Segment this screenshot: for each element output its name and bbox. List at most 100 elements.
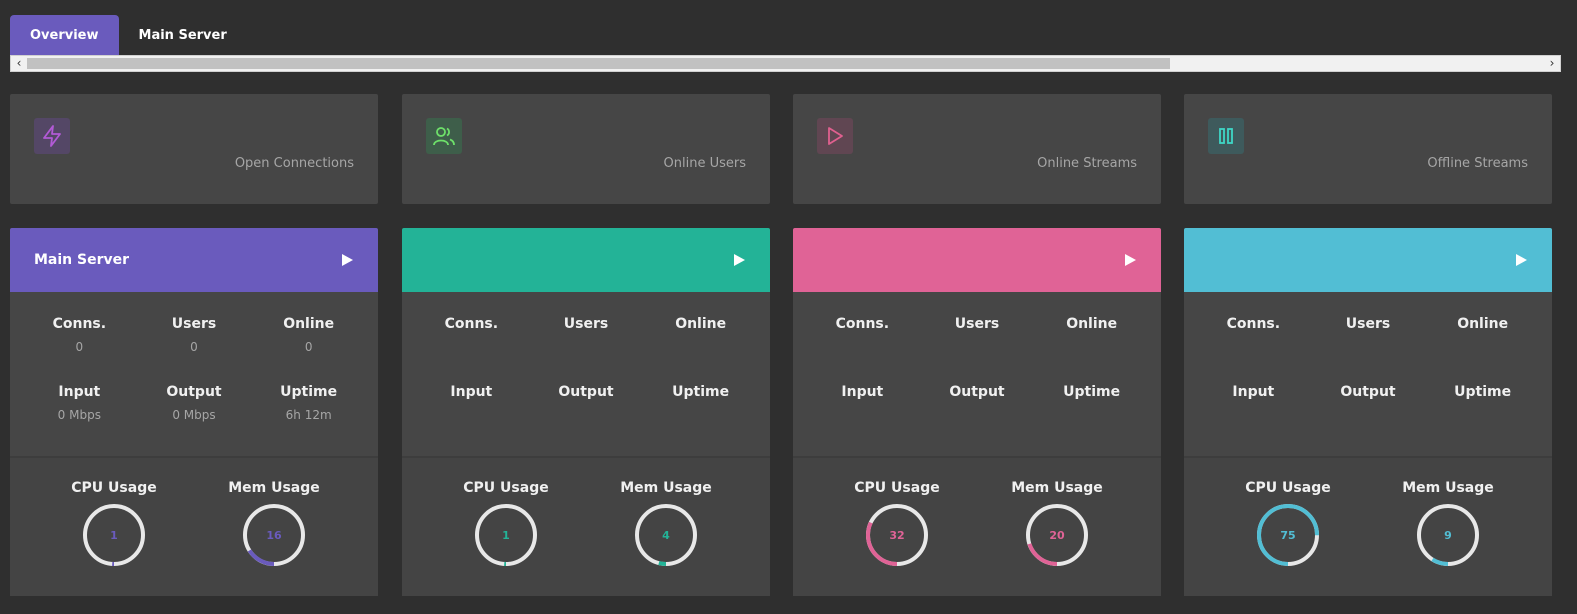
play-icon	[817, 118, 853, 154]
stat-card-online-users: Online Users	[402, 94, 770, 204]
server-header	[1184, 228, 1552, 292]
output-label: Output	[558, 384, 614, 400]
stat-label: Online Streams	[1037, 156, 1137, 171]
conns-value	[805, 340, 920, 354]
server-title: Main Server	[34, 252, 130, 268]
mem-usage-ring: 4	[633, 502, 699, 568]
mem-usage-label: Mem Usage	[1011, 480, 1103, 496]
stat-card-offline-streams: Offline Streams	[1184, 94, 1552, 204]
output-value	[920, 408, 1035, 422]
cpu-usage-value: 1	[502, 528, 510, 542]
online-value: 0	[304, 340, 313, 354]
cpu-gauge: CPU Usage 1	[54, 480, 174, 596]
mem-usage-label: Mem Usage	[1402, 480, 1494, 496]
stat-label: Open Connections	[234, 156, 354, 171]
uptime-label: Uptime	[280, 384, 338, 400]
uptime-value	[643, 408, 758, 422]
uptime-value	[1425, 408, 1540, 422]
users-value	[529, 340, 644, 354]
output-value	[529, 408, 644, 422]
input-label: Input	[450, 384, 493, 400]
cpu-usage-label: CPU Usage	[1245, 480, 1331, 496]
users-label: Users	[171, 316, 217, 332]
server-card: Conns. Users Online Input Output Uptime …	[793, 228, 1161, 596]
conns-label: Conns.	[444, 316, 499, 332]
input-label: Input	[58, 384, 101, 400]
server-stats: Conns. Users Online Input Output Uptime	[793, 292, 1161, 456]
users-label: Users	[954, 316, 1000, 332]
cpu-usage-label: CPU Usage	[71, 480, 157, 496]
cpu-usage-label: CPU Usage	[463, 480, 549, 496]
server-gauges: CPU Usage 32 Mem Usage 20	[793, 456, 1161, 596]
users-value	[1311, 340, 1426, 354]
server-gauges: CPU Usage 1 Mem Usage 4	[402, 456, 770, 596]
lightning-icon	[34, 118, 70, 154]
cpu-usage-ring: 1	[473, 502, 539, 568]
server-header	[402, 228, 770, 292]
online-value	[1425, 340, 1540, 354]
stat-card-open-connections: Open Connections	[10, 94, 378, 204]
scroll-right-arrow-icon[interactable]: ›	[1544, 56, 1560, 71]
online-label: Online	[675, 316, 727, 332]
mem-usage-ring: 16	[241, 502, 307, 568]
scrollbar-thumb[interactable]	[27, 58, 1170, 69]
server-stats: Conns. Users Online Input Output Uptime	[1184, 292, 1552, 456]
uptime-label: Uptime	[1454, 384, 1512, 400]
cpu-usage-value: 75	[1280, 528, 1296, 542]
output-label: Output	[949, 384, 1005, 400]
cpu-usage-value: 1	[110, 528, 118, 542]
online-value	[643, 340, 758, 354]
play-icon[interactable]	[1514, 253, 1528, 267]
uptime-label: Uptime	[1063, 384, 1121, 400]
conns-label: Conns.	[1226, 316, 1281, 332]
mem-usage-value: 9	[1444, 528, 1452, 542]
cpu-gauge: CPU Usage 1	[446, 480, 566, 596]
conns-value: 0	[75, 340, 84, 354]
mem-usage-label: Mem Usage	[228, 480, 320, 496]
horizontal-scrollbar[interactable]: ‹ ›	[10, 55, 1561, 72]
play-icon[interactable]	[340, 253, 354, 267]
mem-gauge: Mem Usage 16	[214, 480, 334, 596]
cpu-gauge: CPU Usage 32	[837, 480, 957, 596]
play-icon[interactable]	[1123, 253, 1137, 267]
input-value	[1196, 408, 1311, 422]
pause-icon	[1208, 118, 1244, 154]
output-label: Output	[1340, 384, 1396, 400]
output-value: 0 Mbps	[172, 408, 216, 422]
server-header	[793, 228, 1161, 292]
mem-usage-ring: 20	[1024, 502, 1090, 568]
tab-main-server[interactable]: Main Server	[119, 15, 247, 55]
server-card: Main Server Conns. 0 Users 0 Online 0 Input…	[10, 228, 378, 596]
scroll-left-arrow-icon[interactable]: ‹	[11, 56, 27, 71]
conns-value	[414, 340, 529, 354]
cpu-usage-value: 32	[889, 528, 905, 542]
cpu-usage-label: CPU Usage	[854, 480, 940, 496]
server-card: Conns. Users Online Input Output Uptime …	[402, 228, 770, 596]
output-value	[1311, 408, 1426, 422]
server-gauges: CPU Usage 75 Mem Usage 9	[1184, 456, 1552, 596]
users-value	[920, 340, 1035, 354]
input-value	[805, 408, 920, 422]
input-value: 0 Mbps	[57, 408, 101, 422]
tab-bar: Overview Main Server	[10, 15, 247, 55]
conns-value	[1196, 340, 1311, 354]
tab-overview[interactable]: Overview	[10, 15, 119, 55]
play-icon[interactable]	[732, 253, 746, 267]
input-value	[414, 408, 529, 422]
conns-label: Conns.	[52, 316, 107, 332]
server-stats: Conns. Users Online Input Output Uptime	[402, 292, 770, 456]
stat-label: Online Users	[663, 156, 746, 171]
mem-usage-value: 16	[266, 528, 282, 542]
online-label: Online	[283, 316, 335, 332]
users-icon	[426, 118, 462, 154]
mem-gauge: Mem Usage 4	[606, 480, 726, 596]
mem-gauge: Mem Usage 20	[997, 480, 1117, 596]
online-label: Online	[1457, 316, 1509, 332]
conns-label: Conns.	[835, 316, 890, 332]
uptime-label: Uptime	[672, 384, 730, 400]
uptime-value: 6h 12m	[285, 408, 332, 422]
cpu-usage-ring: 75	[1255, 502, 1321, 568]
server-card: Conns. Users Online Input Output Uptime …	[1184, 228, 1552, 596]
users-value: 0	[190, 340, 198, 354]
mem-usage-value: 20	[1049, 528, 1065, 542]
